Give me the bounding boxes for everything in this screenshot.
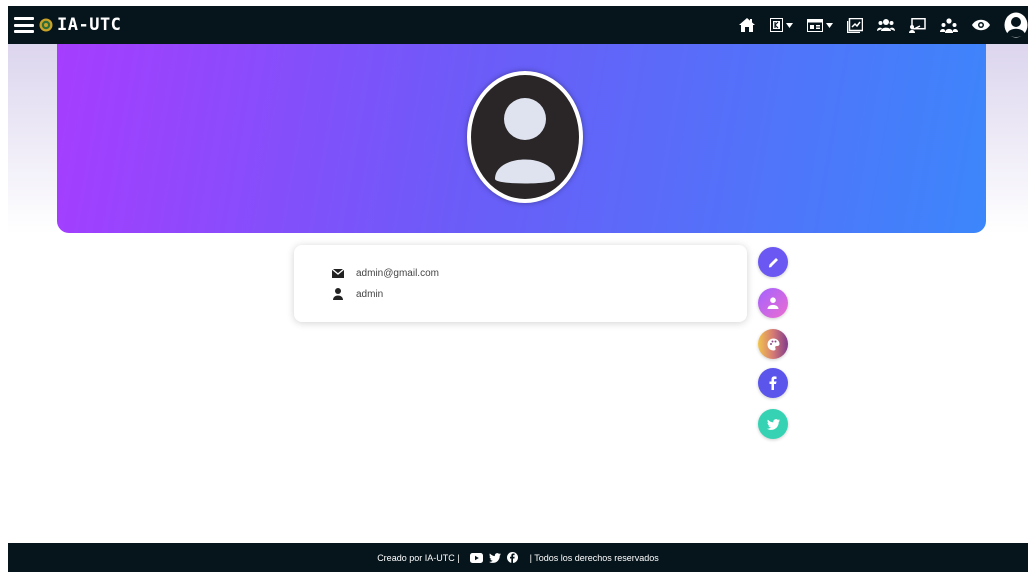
footer-credit: Creado por IA-UTC | (377, 552, 460, 563)
chart-icon[interactable] (847, 6, 863, 44)
username-text: admin (356, 288, 384, 300)
logo-icon (39, 18, 53, 32)
username-row: admin (332, 288, 383, 300)
twitter-icon[interactable] (488, 552, 501, 563)
theme-button[interactable] (758, 329, 788, 359)
footer: Creado por IA-UTC | | Todos los derechos… (8, 543, 1028, 572)
envelope-icon (332, 269, 344, 278)
avatar-placeholder-icon (495, 98, 555, 184)
profile-info-card: admin@gmail.com admin (294, 245, 747, 322)
twitter-icon (766, 418, 780, 430)
email-row: admin@gmail.com (332, 268, 439, 279)
user-icon (333, 288, 343, 300)
profile-button[interactable] (758, 288, 788, 318)
profile-icon[interactable] (1004, 6, 1028, 44)
edit-profile-button[interactable] (758, 247, 788, 277)
facebook-icon[interactable] (506, 552, 518, 563)
home-icon[interactable] (738, 6, 756, 44)
brand: IA-UTC (14, 15, 121, 35)
footer-social-icons (469, 552, 524, 563)
presentation-icon[interactable] (909, 6, 926, 44)
facebook-button[interactable] (758, 368, 788, 398)
footer-rights: | Todos los derechos reservados (529, 552, 659, 563)
avatar[interactable] (467, 71, 583, 203)
id-card-dropdown-icon[interactable] (807, 6, 833, 44)
eye-icon[interactable] (972, 6, 990, 44)
facebook-icon (769, 376, 777, 390)
menu-icon[interactable] (14, 17, 34, 33)
email-text: admin@gmail.com (356, 268, 439, 279)
palette-icon (767, 338, 779, 350)
twitter-button[interactable] (758, 409, 788, 439)
window-frame-left (0, 0, 8, 572)
nav-icons (738, 6, 1028, 44)
top-navbar: IA-UTC (8, 6, 1028, 44)
pencil-icon (768, 257, 778, 267)
youtube-icon[interactable] (469, 552, 483, 563)
k-dropdown-icon[interactable] (770, 6, 793, 44)
brand-title[interactable]: IA-UTC (57, 15, 121, 35)
user-group-icon[interactable] (940, 6, 958, 44)
users-icon[interactable] (877, 6, 895, 44)
user-icon (767, 297, 779, 309)
